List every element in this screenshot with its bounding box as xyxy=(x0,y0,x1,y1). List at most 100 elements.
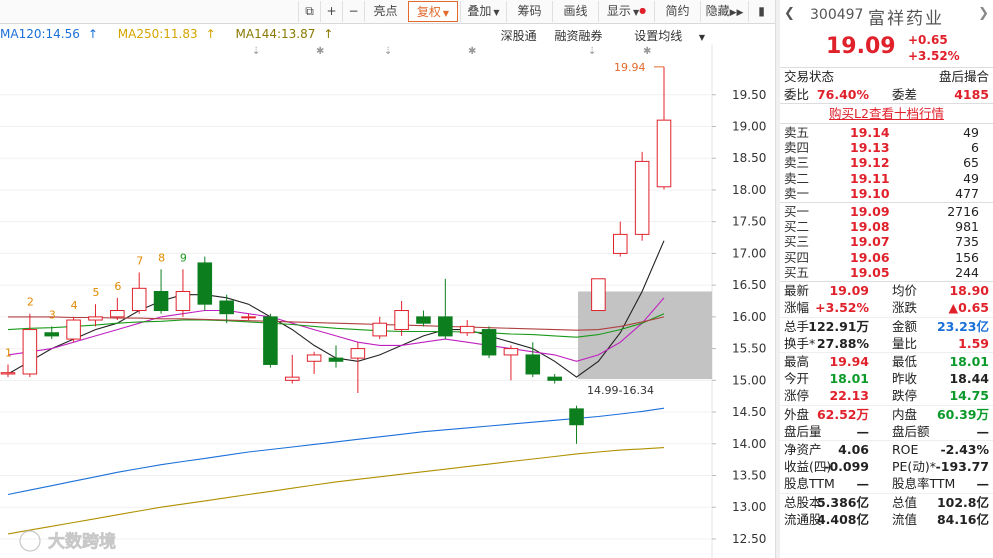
display-label: 显示 xyxy=(606,4,631,18)
ma-settings-button[interactable]: 设置均线 ▼ xyxy=(620,29,705,43)
y-tick-label: 17.50 xyxy=(732,215,766,229)
bid-level-1[interactable]: 买一 19.09 2716 xyxy=(780,204,993,219)
stat-label: 总手 xyxy=(784,319,810,335)
level-volume: 49 xyxy=(963,170,979,186)
level-price: 19.09 xyxy=(850,203,890,219)
bid-level-2[interactable]: 买二 19.08 981 xyxy=(780,219,993,234)
overlay-button[interactable]: 叠加 ▼ xyxy=(460,1,506,22)
candle-body xyxy=(656,119,672,188)
draw-line-button[interactable]: 画线 xyxy=(552,1,598,22)
stat-row: 涨幅 +3.52% 涨跌 ▲0.65 xyxy=(780,299,993,317)
simple-button[interactable]: 简约 xyxy=(654,1,700,22)
ask-level-5[interactable]: 卖一 19.10 477 xyxy=(780,186,993,201)
stat-label: 内盘 xyxy=(892,407,918,423)
stat-value: 18.90 xyxy=(949,282,989,298)
ma-legend: MA120:14.56 ↑ MA250:11.83 ↑ MA144:13.87 ↑ xyxy=(0,27,349,43)
order-diff-value: 4185 xyxy=(954,87,989,102)
candle-body xyxy=(416,316,431,324)
candle-body xyxy=(372,322,388,337)
level-volume: 981 xyxy=(955,219,979,235)
level-price: 19.08 xyxy=(850,219,890,235)
candle-body xyxy=(569,408,584,426)
watermark-text: 大数跨境 xyxy=(48,531,116,552)
stat-label: 跌停 xyxy=(892,388,918,404)
stat-row: 今开 18.01 昨收 18.44 xyxy=(780,370,993,388)
candle-body xyxy=(44,332,60,337)
level-price: 19.10 xyxy=(850,185,890,201)
candle-body xyxy=(547,376,562,381)
highlight-button[interactable]: 亮点 xyxy=(364,1,406,22)
ask-level-4[interactable]: 卖二 19.11 49 xyxy=(780,171,993,186)
level-label: 买五 xyxy=(784,264,810,280)
stat-value: 62.52万 xyxy=(816,407,869,423)
candle-body xyxy=(438,316,453,337)
candle-body xyxy=(350,348,366,359)
hide-button[interactable]: 隐藏▶▶ xyxy=(700,1,748,22)
stat-row: 换手* 27.88% 量比 1.59 xyxy=(780,335,993,353)
stat-value: 19.94 xyxy=(829,354,869,370)
caret-down-icon: ▼ xyxy=(442,9,450,18)
stat-value: 14.75 xyxy=(949,388,989,404)
candle-body xyxy=(525,354,541,375)
candle-body xyxy=(612,233,628,254)
y-tick-label: 16.50 xyxy=(732,278,766,292)
notification-dot-icon: ● xyxy=(639,6,647,15)
bid-level-4[interactable]: 买四 19.06 156 xyxy=(780,250,993,265)
stat-row: 涨停 22.13 跌停 14.75 xyxy=(780,387,993,405)
chips-button[interactable]: 筹码 xyxy=(506,1,552,22)
ask-level-1[interactable]: 卖五 19.14 49 xyxy=(780,125,993,140)
zoom-out-icon[interactable]: − xyxy=(342,1,364,22)
y-tick-label: 15.00 xyxy=(732,373,766,387)
next-stock-icon[interactable]: ❯ xyxy=(978,6,989,21)
stat-row: 总股本 5.386亿 总值 102.8亿 xyxy=(780,493,993,511)
stat-row: 外盘 62.52万 内盘 60.39万 xyxy=(780,405,993,423)
price-change: +0.65 +3.52% xyxy=(908,32,960,64)
change-value: +0.65 xyxy=(908,33,948,47)
candle-body xyxy=(306,354,322,362)
candle-body xyxy=(66,319,81,340)
copy-icon[interactable]: ⧉ xyxy=(298,1,320,22)
hk-connect-button[interactable]: 深股通 xyxy=(501,29,537,43)
td-mark-4: 4 xyxy=(71,299,78,312)
stat-label: 换手* xyxy=(784,335,816,351)
stock-code: 300497 xyxy=(810,7,864,23)
buy-l2-link[interactable]: 购买L2查看十档行情 xyxy=(780,104,993,124)
bid-level-3[interactable]: 买三 19.07 735 xyxy=(780,234,993,249)
stat-label: PE(动)* xyxy=(892,458,936,474)
stat-value: 84.16亿 xyxy=(936,511,989,527)
chart-tools: 深股通 融资融券 设置均线 ▼ xyxy=(487,27,705,44)
stat-value: 18.01 xyxy=(949,354,989,370)
stat-value: 4.408亿 xyxy=(816,511,869,527)
level-volume: 49 xyxy=(963,125,979,140)
display-button[interactable]: 显示 ▼● xyxy=(598,1,654,22)
stat-row: 最新 19.09 均价 18.90 xyxy=(780,282,993,300)
candle-body xyxy=(503,348,519,356)
stat-value: -2.43% xyxy=(940,442,989,458)
margin-trading-button[interactable]: 融资融券 xyxy=(554,29,602,43)
y-tick-label: 12.50 xyxy=(732,532,766,546)
stat-label: 总值 xyxy=(892,495,918,510)
ma120-label: MA120:14.56 ↑ xyxy=(0,27,98,41)
zoom-in-icon[interactable]: + xyxy=(320,1,342,22)
level-price: 19.06 xyxy=(850,249,890,265)
level-label: 买四 xyxy=(784,249,810,265)
ask-level-2[interactable]: 卖四 19.13 6 xyxy=(780,140,993,155)
sidebar-toggle-icon[interactable]: ▮ xyxy=(748,1,774,22)
stat-value: 5.386亿 xyxy=(816,495,869,510)
candle-body xyxy=(175,290,191,312)
ask-level-3[interactable]: 卖三 19.12 65 xyxy=(780,155,993,170)
quote-panel: ❮ 300497 富祥药业 ❯ 19.09 +0.65 +3.52% 交易状态 … xyxy=(780,0,993,558)
stock-name: 富祥药业 xyxy=(868,9,944,29)
bid-level-5[interactable]: 买五 19.05 244 xyxy=(780,265,993,280)
double-chevron-right-icon: ▶▶ xyxy=(729,8,744,18)
stat-value: — xyxy=(976,476,990,492)
adjust-button[interactable]: 复权 ▼ xyxy=(408,1,458,22)
stat-label: 最低 xyxy=(892,354,918,370)
td-mark-6: 6 xyxy=(114,280,121,293)
candlestick-chart[interactable]: 19.50 19.00 18.50 18.00 17.50 17.00 16.50 16.00… xyxy=(0,44,775,558)
kline-panel[interactable]: ⧉ + − 亮点 复权 ▼ 叠加 ▼ 筹码 画线 显示 ▼● 简约 隐藏▶▶ ▮ MA… xyxy=(0,0,775,558)
previous-stock-icon[interactable]: ❮ xyxy=(784,6,795,21)
stat-label: 流值 xyxy=(892,511,918,527)
last-price: 19.09 xyxy=(826,34,896,59)
stat-value: +3.52% xyxy=(815,300,869,316)
